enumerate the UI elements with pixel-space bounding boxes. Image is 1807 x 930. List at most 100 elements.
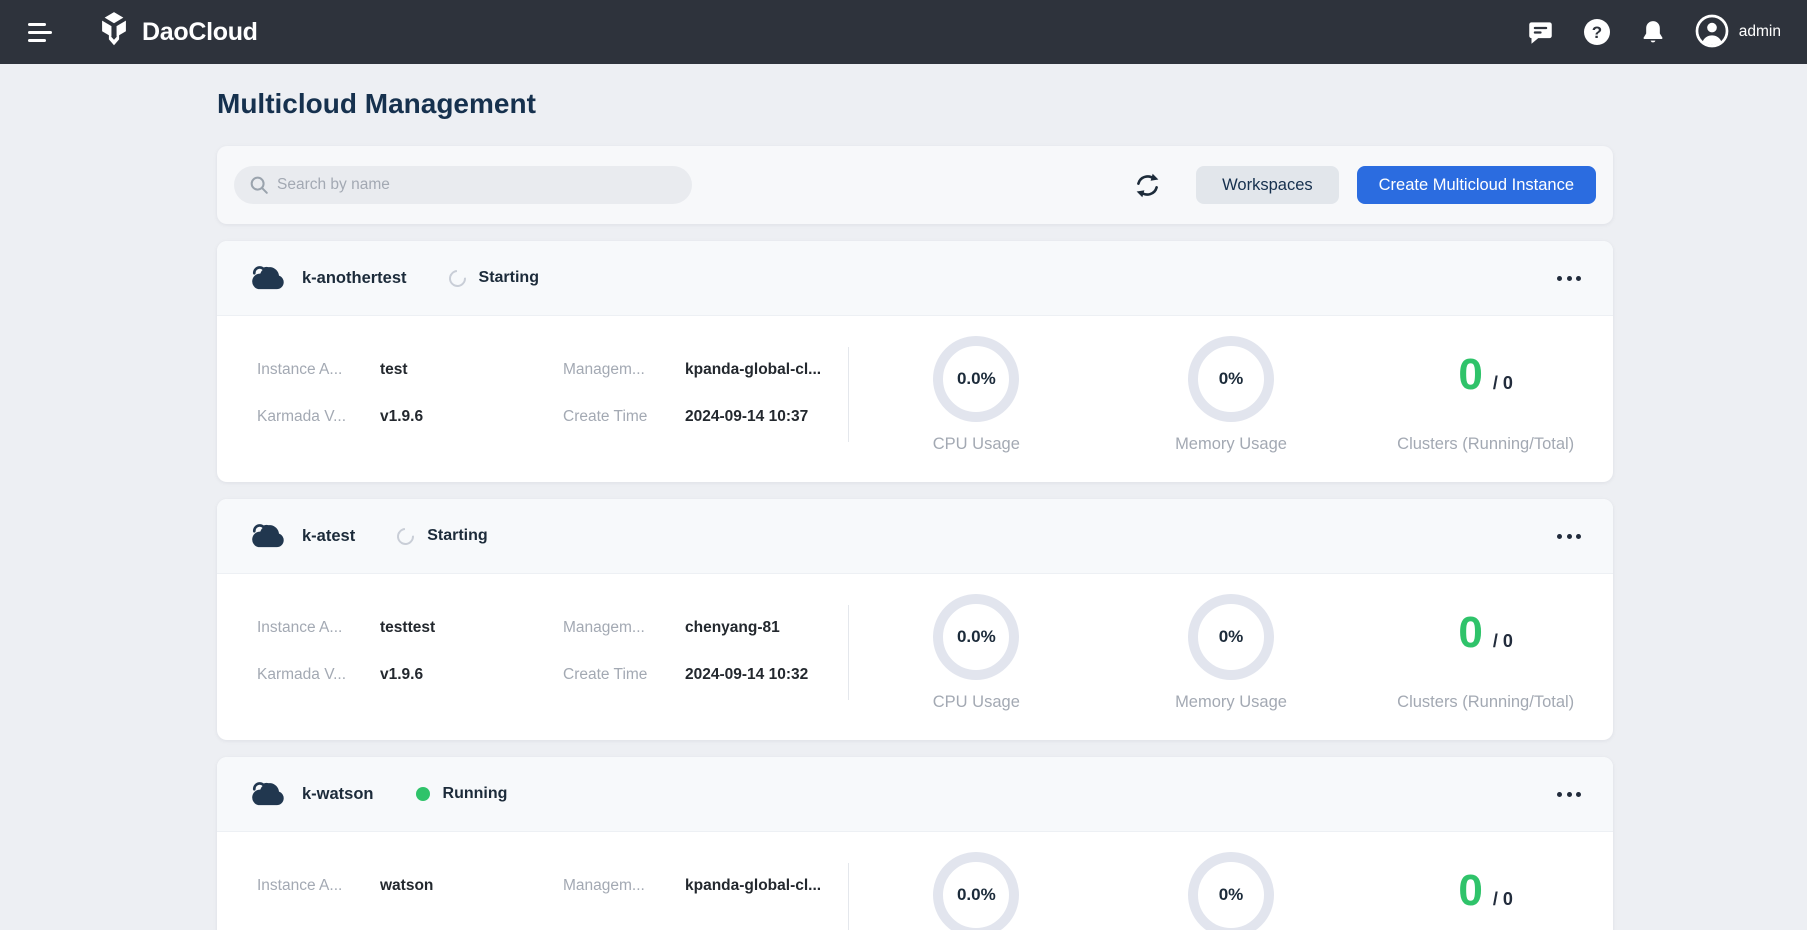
- status-indicator: Starting: [397, 527, 487, 545]
- field-value: 2024-09-14 10:32: [685, 666, 848, 684]
- cloud-icon: [247, 260, 287, 296]
- instance-name: k-watson: [302, 785, 374, 804]
- instance-card-header: k-watson Running: [217, 757, 1613, 832]
- cloud-icon: [247, 776, 287, 812]
- instance-name: k-atest: [302, 527, 355, 546]
- card-actions-menu-icon[interactable]: [1553, 526, 1585, 547]
- cpu-usage-metric: 0.0% CPU Usage: [849, 316, 1104, 454]
- field-value: test: [380, 361, 563, 379]
- svg-text:?: ?: [1592, 23, 1602, 42]
- field-value: kpanda-global-cl...: [685, 361, 848, 379]
- instance-fields: Instance A... watson Managem... kpanda-g…: [257, 832, 848, 930]
- clusters-label: Clusters (Running/Total): [1397, 435, 1574, 454]
- instance-card-body: Instance A... watson Managem... kpanda-g…: [217, 832, 1613, 930]
- clusters-total-count: / 0: [1493, 631, 1513, 652]
- search-input[interactable]: [234, 166, 692, 204]
- clusters-label: Clusters (Running/Total): [1397, 693, 1574, 712]
- field-value: 2024-09-14 10:37: [685, 408, 848, 426]
- memory-usage-metric: 0% Memory Usage: [1104, 832, 1359, 930]
- starting-spinner-icon: [394, 524, 418, 548]
- search-box: [234, 166, 692, 204]
- memory-usage-donut: 0%: [1188, 852, 1274, 930]
- instance-card: k-anothertest Starting Instance A... tes…: [217, 241, 1613, 482]
- status-label: Running: [443, 785, 508, 803]
- instance-card-list: k-anothertest Starting Instance A... tes…: [217, 241, 1613, 930]
- instance-card-header: k-anothertest Starting: [217, 241, 1613, 316]
- memory-usage-metric: 0% Memory Usage: [1104, 574, 1359, 712]
- help-icon[interactable]: ?: [1583, 18, 1611, 46]
- field-value: kpanda-global-cl...: [685, 877, 848, 895]
- create-multicloud-instance-button[interactable]: Create Multicloud Instance: [1357, 166, 1596, 204]
- refresh-icon[interactable]: [1131, 169, 1164, 202]
- status-indicator: Starting: [449, 269, 539, 287]
- daocloud-logo: DaoCloud: [97, 11, 258, 54]
- user-menu[interactable]: admin: [1695, 14, 1781, 51]
- clusters-metric: 0 / 0 Clusters (Running/Total): [1358, 316, 1613, 454]
- instance-fields: Instance A... test Managem... kpanda-glo…: [257, 316, 848, 454]
- field-value: chenyang-81: [685, 619, 848, 637]
- instance-card: k-watson Running Instance A... watson Ma…: [217, 757, 1613, 930]
- instance-fields: Instance A... testtest Managem... chenya…: [257, 574, 848, 712]
- memory-usage-label: Memory Usage: [1175, 435, 1287, 454]
- bell-icon[interactable]: [1640, 19, 1666, 45]
- clusters-running-count: 0: [1458, 869, 1482, 913]
- chat-icon[interactable]: [1527, 19, 1554, 46]
- memory-usage-donut: 0%: [1188, 594, 1274, 680]
- clusters-running-count: 0: [1458, 611, 1482, 655]
- field-label: Instance A...: [257, 619, 380, 637]
- cpu-usage-donut: 0.0%: [933, 594, 1019, 680]
- field-value: v1.9.6: [380, 408, 563, 426]
- cloud-icon: [247, 518, 287, 554]
- field-label: Create Time: [563, 408, 685, 426]
- username: admin: [1739, 23, 1781, 41]
- field-label: Managem...: [563, 619, 685, 637]
- card-actions-menu-icon[interactable]: [1553, 784, 1585, 805]
- status-label: Starting: [479, 269, 539, 287]
- search-icon: [248, 174, 270, 201]
- top-navigation-bar: DaoCloud ?: [0, 0, 1807, 64]
- toolbar-panel: Workspaces Create Multicloud Instance: [217, 146, 1613, 224]
- memory-usage-metric: 0% Memory Usage: [1104, 316, 1359, 454]
- memory-usage-label: Memory Usage: [1175, 693, 1287, 712]
- clusters-total-count: / 0: [1493, 889, 1513, 910]
- instance-card: k-atest Starting Instance A... testtest …: [217, 499, 1613, 740]
- clusters-metric: 0 / 0 Clusters (Running/Total): [1358, 574, 1613, 712]
- instance-card-body: Instance A... test Managem... kpanda-glo…: [217, 316, 1613, 482]
- card-actions-menu-icon[interactable]: [1553, 268, 1585, 289]
- instance-card-header: k-atest Starting: [217, 499, 1613, 574]
- field-label: Karmada V...: [257, 666, 380, 684]
- memory-usage-donut: 0%: [1188, 336, 1274, 422]
- cpu-usage-donut: 0.0%: [933, 336, 1019, 422]
- field-label: Instance A...: [257, 877, 380, 895]
- field-label: Instance A...: [257, 361, 380, 379]
- status-label: Starting: [427, 527, 487, 545]
- topbar-actions: ? admin: [1527, 14, 1781, 51]
- instance-name: k-anothertest: [302, 269, 407, 288]
- running-dot-icon: [416, 787, 430, 801]
- field-label: Create Time: [563, 666, 685, 684]
- workspaces-button[interactable]: Workspaces: [1196, 166, 1338, 204]
- toolbar-actions: Workspaces Create Multicloud Instance: [1131, 166, 1596, 204]
- cpu-usage-label: CPU Usage: [933, 435, 1020, 454]
- instance-metrics: 0.0% CPU Usage 0% Memory Usage 0 / 0 Clu…: [849, 832, 1613, 930]
- daocloud-cube-icon: [97, 11, 131, 54]
- clusters-running-count: 0: [1458, 353, 1482, 397]
- status-indicator: Running: [416, 785, 508, 803]
- main-content: Multicloud Management Workspaces Create: [217, 88, 1613, 930]
- menu-toggle-icon[interactable]: [26, 19, 54, 46]
- clusters-total-count: / 0: [1493, 373, 1513, 394]
- instance-metrics: 0.0% CPU Usage 0% Memory Usage 0 / 0 Clu…: [849, 316, 1613, 454]
- field-label: Karmada V...: [257, 408, 380, 426]
- avatar: [1695, 14, 1729, 51]
- brand-name: DaoCloud: [142, 18, 258, 47]
- field-value: v1.9.6: [380, 666, 563, 684]
- cpu-usage-label: CPU Usage: [933, 693, 1020, 712]
- field-label: Managem...: [563, 361, 685, 379]
- cpu-usage-metric: 0.0% CPU Usage: [849, 574, 1104, 712]
- clusters-metric: 0 / 0 Clusters (Running/Total): [1358, 832, 1613, 930]
- field-label: Managem...: [563, 877, 685, 895]
- instance-metrics: 0.0% CPU Usage 0% Memory Usage 0 / 0 Clu…: [849, 574, 1613, 712]
- cpu-usage-metric: 0.0% CPU Usage: [849, 832, 1104, 930]
- field-value: watson: [380, 877, 563, 895]
- cpu-usage-donut: 0.0%: [933, 852, 1019, 930]
